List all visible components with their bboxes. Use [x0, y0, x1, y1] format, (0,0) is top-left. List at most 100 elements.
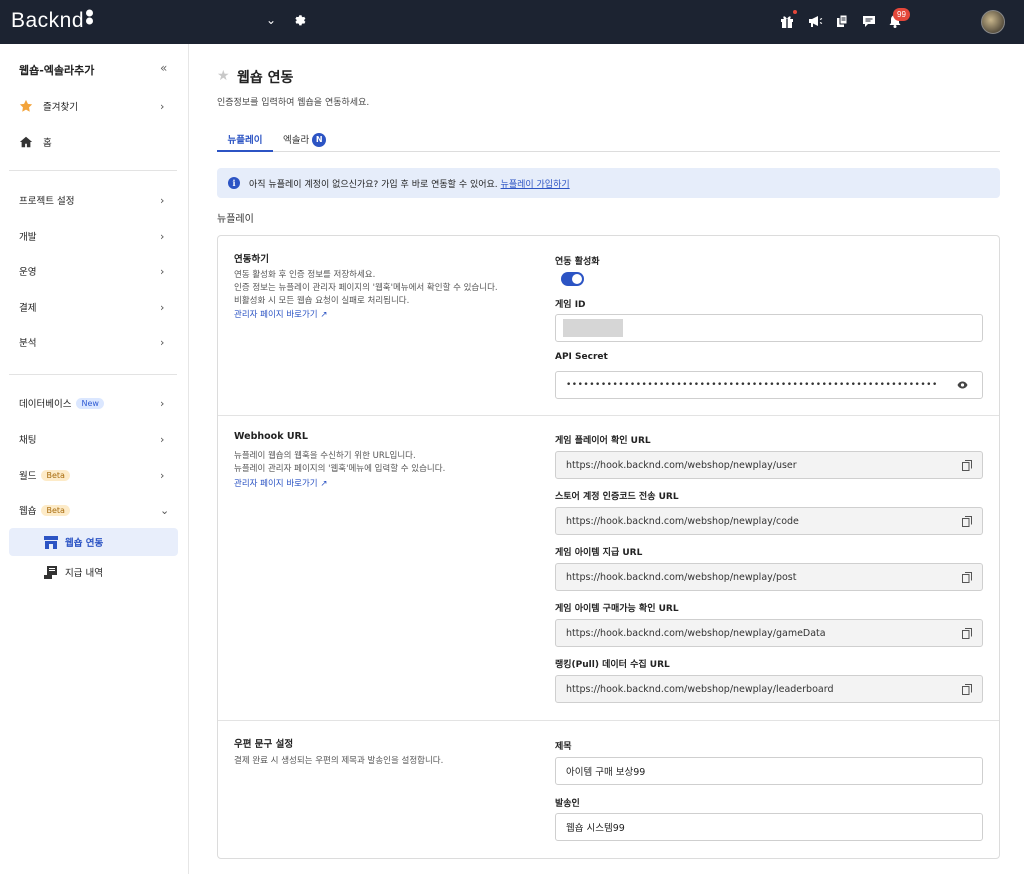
- api-secret-label: API Secret: [555, 352, 608, 362]
- subject-value: 아이템 구매 보상99: [566, 767, 646, 778]
- sidebar-subitem-label: 웹숍 연동: [65, 538, 104, 549]
- sidebar-item-label: 분석: [19, 338, 37, 349]
- player-check-url-field[interactable]: https://hook.backnd.com/webshop/newplay/…: [555, 451, 983, 479]
- chat-icon[interactable]: [861, 13, 877, 29]
- sidebar-item-development[interactable]: 개발 ›: [0, 224, 189, 248]
- mail-settings-title: 우편 문구 설정: [234, 739, 294, 750]
- chevron-right-icon: ›: [160, 335, 165, 349]
- game-id-label: 게임 ID: [555, 300, 586, 310]
- toggle-label: 연동 활성화: [555, 257, 600, 267]
- item-grant-url-field[interactable]: https://hook.backnd.com/webshop/newplay/…: [555, 563, 983, 591]
- external-link-icon: ↗: [320, 310, 328, 320]
- subject-label: 제목: [555, 742, 572, 752]
- sidebar-divider: [9, 374, 177, 375]
- copy-icon[interactable]: [962, 460, 972, 471]
- integration-toggle[interactable]: [561, 272, 584, 286]
- info-text: 아직 뉴플레이 계정이 없으신가요? 가입 후 바로 연동할 수 있어요. 뉴플…: [249, 177, 570, 190]
- sidebar-item-label: 채팅: [19, 435, 37, 446]
- connect-desc-line: 연동 활성화 후 인증 정보를 저장하세요.: [234, 270, 376, 280]
- sidebar-item-label: 월드 Beta: [19, 468, 70, 482]
- sidebar-item-text: 데이터베이스: [19, 399, 72, 410]
- copy-icon[interactable]: [962, 628, 972, 639]
- user-avatar[interactable]: [981, 10, 1005, 34]
- mail-sender-input[interactable]: 웹숍 시스템99: [555, 813, 983, 841]
- home-icon: [19, 136, 33, 148]
- url-value: https://hook.backnd.com/webshop/newplay/…: [566, 459, 797, 471]
- sidebar-subitem-payment-history[interactable]: 지급 내역: [9, 558, 178, 586]
- notification-count-badge: 99: [893, 8, 910, 21]
- sidebar-item-label: 데이터베이스 New: [19, 396, 104, 410]
- info-message: 아직 뉴플레이 계정이 없으신가요? 가입 후 바로 연동할 수 있어요.: [249, 179, 498, 190]
- api-secret-input[interactable]: ••••••••••••••••••••••••••••••••••••••••…: [555, 371, 983, 399]
- project-title: 웹숍-엑솔라추가: [19, 64, 95, 77]
- sidebar-item-text: 웹숍: [19, 506, 37, 517]
- section-heading: 뉴플레이: [217, 214, 254, 225]
- gear-icon[interactable]: [292, 13, 306, 27]
- mail-settings-description: 결제 완료 시 생성되는 우편의 제목과 발송인을 설정합니다.: [234, 756, 444, 766]
- url-field-label: 게임 아이템 지급 URL: [555, 548, 643, 558]
- info-banner: i 아직 뉴플레이 계정이 없으신가요? 가입 후 바로 연동할 수 있어요. …: [217, 168, 1000, 198]
- sidebar-item-analytics[interactable]: 분석 ›: [0, 330, 189, 354]
- chevron-down-icon: ⌄: [160, 503, 170, 517]
- sidebar-item-webshop[interactable]: 웹숍 Beta ⌄: [0, 498, 189, 522]
- admin-page-link[interactable]: 관리자 페이지 바로가기 ↗: [234, 477, 327, 489]
- sidebar-item-world[interactable]: 월드 Beta ›: [0, 463, 189, 487]
- copy-icon[interactable]: [962, 516, 972, 527]
- signup-link[interactable]: 뉴플레이 가입하기: [501, 180, 570, 190]
- top-bar: Backnd ⌄ 99: [0, 0, 1024, 44]
- admin-link-text: 관리자 페이지 바로가기: [234, 479, 318, 489]
- new-tag: New: [76, 398, 104, 409]
- page-description: 인증정보를 입력하여 웹숍을 연동하세요.: [217, 98, 370, 108]
- sidebar: 웹숍-엑솔라추가 « 즐겨찾기 › 홈 프로젝트 설정 › 개발 › 운영 › …: [0, 44, 189, 874]
- chevron-right-icon: ›: [160, 193, 165, 207]
- main-content: ★ 웹숍 연동 인증정보를 입력하여 웹숍을 연동하세요. 뉴플레이 엑솔라 N …: [190, 44, 1024, 874]
- page-title: 웹숍 연동: [237, 70, 294, 86]
- copy-icon[interactable]: [962, 684, 972, 695]
- backnd-logo[interactable]: Backnd: [11, 9, 94, 33]
- new-badge: N: [312, 133, 327, 147]
- mail-subject-input[interactable]: 아이템 구매 보상99: [555, 757, 983, 785]
- url-field-label: 랭킹(Pull) 데이터 수집 URL: [555, 660, 670, 670]
- sidebar-item-project-settings[interactable]: 프로젝트 설정 ›: [0, 188, 189, 212]
- store-auth-code-url-field[interactable]: https://hook.backnd.com/webshop/newplay/…: [555, 507, 983, 535]
- tab-label: 엑솔라: [283, 135, 310, 146]
- logo-dots-icon: [86, 9, 94, 25]
- show-password-eye-icon[interactable]: [957, 381, 968, 389]
- receipt-icon: [44, 565, 57, 579]
- webhook-desc-line: 뉴플레이 웹숍의 웹훅을 수신하기 위한 URL입니다.: [234, 451, 416, 461]
- beta-tag: Beta: [41, 470, 70, 481]
- sidebar-item-label: 운영: [19, 267, 37, 278]
- sidebar-item-database[interactable]: 데이터베이스 New ›: [0, 391, 189, 415]
- sidebar-subitem-label: 지급 내역: [65, 568, 103, 579]
- purchase-check-url-field[interactable]: https://hook.backnd.com/webshop/newplay/…: [555, 619, 983, 647]
- sidebar-item-text: 월드: [19, 471, 37, 482]
- external-link-icon: ↗: [320, 479, 328, 489]
- gift-icon[interactable]: [779, 13, 795, 29]
- favorite-star-icon[interactable]: ★: [217, 68, 230, 84]
- game-id-input[interactable]: [555, 314, 983, 342]
- sidebar-item-chat[interactable]: 채팅 ›: [0, 427, 189, 451]
- collapse-sidebar-icon[interactable]: «: [160, 61, 167, 75]
- url-field-label: 게임 플레이어 확인 URL: [555, 436, 651, 446]
- info-icon: i: [228, 177, 240, 189]
- connect-title: 연동하기: [234, 254, 269, 265]
- sidebar-subitem-webshop-integration[interactable]: 웹숍 연동: [9, 528, 178, 556]
- sidebar-item-home[interactable]: 홈: [0, 130, 189, 154]
- admin-page-link[interactable]: 관리자 페이지 바로가기 ↗: [234, 308, 327, 320]
- sidebar-divider: [9, 170, 177, 171]
- tab-newplay[interactable]: 뉴플레이: [217, 130, 273, 152]
- sidebar-item-operation[interactable]: 운영 ›: [0, 259, 189, 283]
- beta-tag: Beta: [41, 505, 70, 516]
- admin-link-text: 관리자 페이지 바로가기: [234, 310, 318, 320]
- sidebar-item-label: 개발: [19, 232, 37, 243]
- sidebar-item-payment[interactable]: 결제 ›: [0, 295, 189, 319]
- sidebar-item-label: 홈: [43, 138, 52, 149]
- sidebar-item-favorites[interactable]: 즐겨찾기 ›: [0, 94, 189, 118]
- copy-icon[interactable]: [962, 572, 972, 583]
- megaphone-icon[interactable]: [807, 13, 823, 29]
- leaderboard-url-field[interactable]: https://hook.backnd.com/webshop/newplay/…: [555, 675, 983, 703]
- tab-xsolla[interactable]: 엑솔라 N: [283, 130, 327, 152]
- project-dropdown-chevron-icon[interactable]: ⌄: [266, 13, 276, 27]
- sidebar-item-label: 결제: [19, 303, 37, 314]
- documents-icon[interactable]: [834, 13, 850, 29]
